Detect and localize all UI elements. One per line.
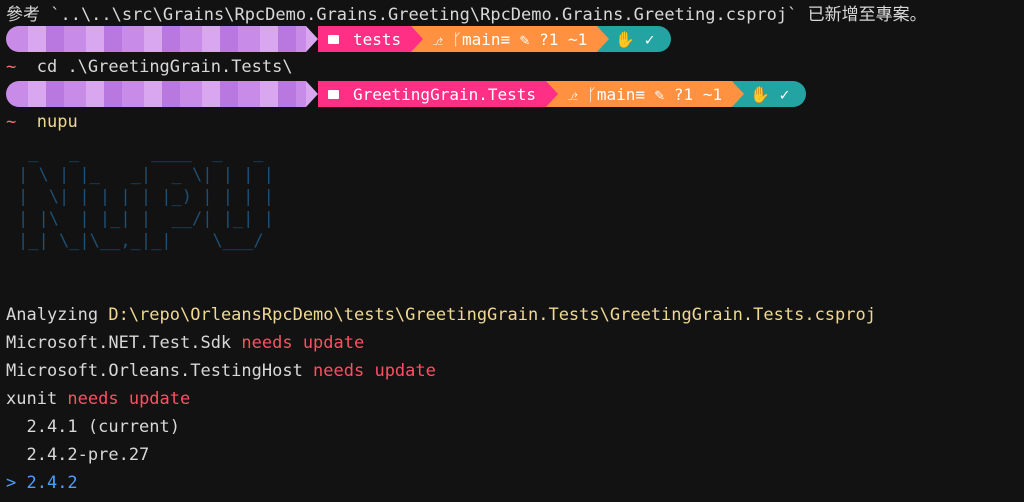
package-name: Microsoft.NET.Test.Sdk (6, 333, 242, 353)
needs-update-label: needs update (67, 389, 191, 409)
segment-separator (732, 81, 745, 107)
directory-segment: GreetingGrain.Tests (318, 81, 547, 107)
status-icons: ✋ ✓ (615, 29, 655, 49)
nupu-ascii-banner: _ _ ____ _ _ | \ | |_ _| _ \| | | | | \|… (18, 143, 274, 251)
version-option-selected[interactable]: > 2.4.2 (6, 470, 78, 496)
version-option[interactable]: 2.4.2-pre.27 (6, 442, 149, 468)
package-name: Microsoft.Orleans.TestingHost (6, 361, 314, 381)
status-segment: ✋ ✓ (609, 26, 659, 52)
segment-separator (306, 81, 318, 107)
git-segment: ⎇ ᚴmain≡ ✎ ?1 ~1 (423, 26, 598, 52)
prompt-end-cap (658, 26, 672, 52)
folder-icon (328, 34, 339, 44)
user-host-segment-redacted (6, 26, 306, 52)
home-tilde: ~ (6, 112, 17, 132)
folder-icon (328, 89, 339, 99)
terminal-output-reference-added: 參考 `..\..\src\Grains\RpcDemo.Grains.Gree… (6, 5, 927, 25)
command-line: ~ cd .\GreetingGrain.Tests\ (6, 54, 293, 80)
git-status: ⎇ ᚴmain≡ ✎ ?1 ~1 (568, 84, 723, 104)
package-line: Microsoft.Orleans.TestingHost needs upda… (6, 358, 436, 384)
git-status: ⎇ ᚴmain≡ ✎ ?1 ~1 (433, 29, 588, 49)
selected-version: 2.4.2 (26, 473, 78, 493)
directory-segment: tests (318, 26, 412, 52)
status-segment: ✋ ✓ (744, 81, 794, 107)
user-host-segment-redacted (6, 81, 306, 107)
version-option[interactable]: 2.4.1 (current) (6, 414, 180, 440)
home-tilde: ~ (6, 57, 17, 77)
directory-name: tests (353, 29, 402, 49)
git-segment: ⎇ ᚴmain≡ ✎ ?1 ~1 (558, 81, 733, 107)
prompt-end-cap (793, 81, 807, 107)
prompt-bar: tests ⎇ ᚴmain≡ ✎ ?1 ~1 ✋ ✓ (6, 26, 672, 52)
directory-name: GreetingGrain.Tests (353, 84, 537, 104)
command-line: ~ nupu (6, 109, 78, 135)
package-name: xunit (6, 389, 68, 409)
selection-marker: > (6, 473, 27, 493)
needs-update-label: needs update (241, 333, 365, 353)
status-icons: ✋ ✓ (750, 84, 790, 104)
segment-separator (411, 26, 424, 52)
analyzing-label: Analyzing (6, 305, 109, 325)
analyzing-line: Analyzing D:\repo\OrleansRpcDemo\tests\G… (6, 302, 876, 328)
package-line: Microsoft.NET.Test.Sdk needs update (6, 330, 364, 356)
package-line: xunit needs update (6, 386, 190, 412)
command-text: nupu (36, 112, 78, 132)
needs-update-label: needs update (313, 361, 436, 381)
analyzing-path: D:\repo\OrleansRpcDemo\tests\GreetingGra… (108, 305, 876, 325)
command-text: cd .\GreetingGrain.Tests\ (36, 57, 293, 77)
segment-separator (306, 26, 318, 52)
segment-separator (597, 26, 610, 52)
segment-separator (546, 81, 559, 107)
prompt-bar: GreetingGrain.Tests ⎇ ᚴmain≡ ✎ ?1 ~1 ✋ ✓ (6, 81, 807, 107)
